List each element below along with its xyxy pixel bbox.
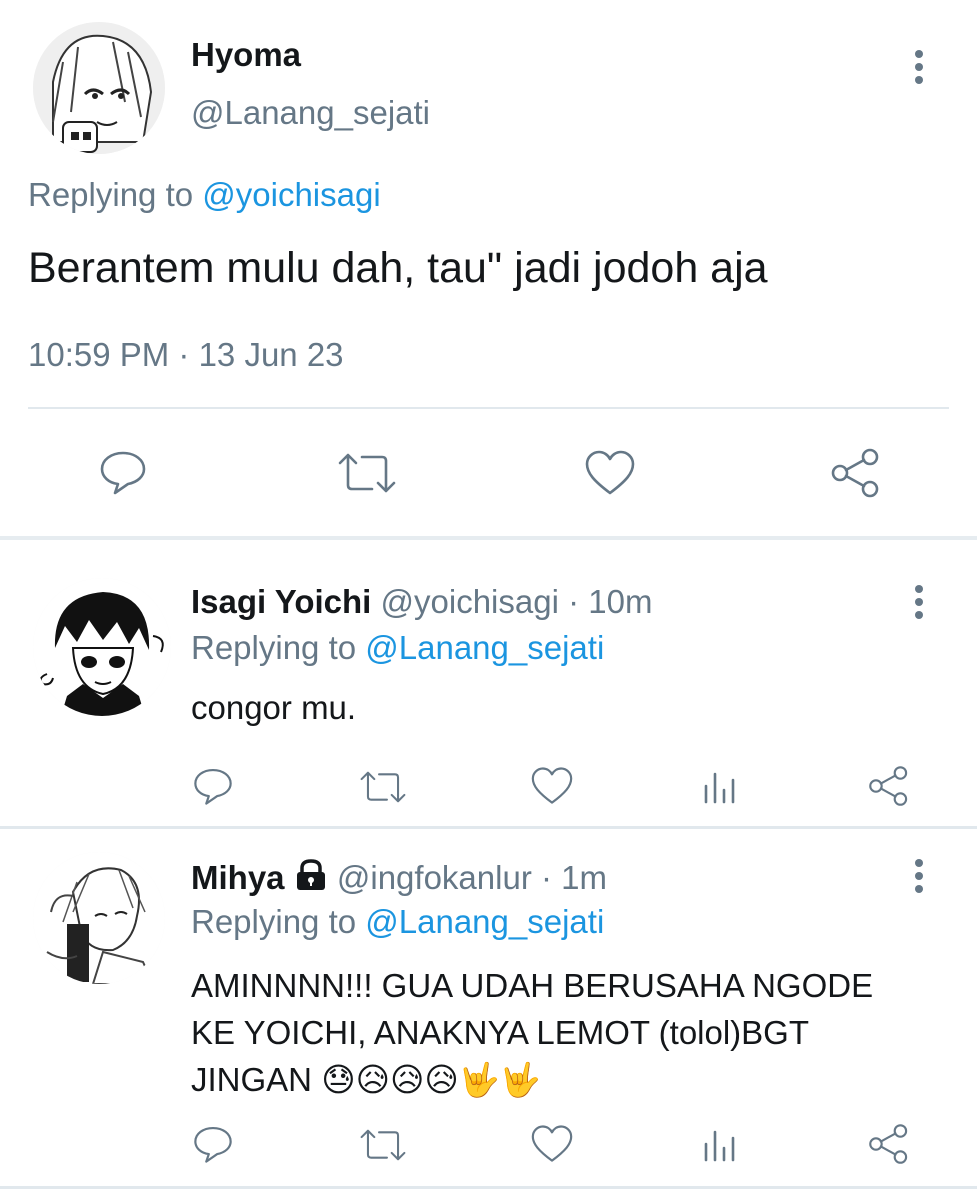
author-name[interactable]: Isagi Yoichi xyxy=(191,583,371,620)
replying-to-prefix: Replying to xyxy=(28,176,203,213)
header-separator: · xyxy=(558,583,589,620)
more-options-icon[interactable] xyxy=(908,857,930,897)
tweet-text: AMINNNN!!! GUA UDAH BERUSAHA NGODE KE YO… xyxy=(191,962,873,1103)
lock-icon xyxy=(294,859,328,891)
like-icon[interactable] xyxy=(530,1124,574,1164)
reply-icon[interactable] xyxy=(192,765,234,807)
tweet-text-line: KE YOICHI, ANAKNYA LEMOT (tolol)BGT xyxy=(191,1014,810,1051)
emoji-sad-relieved: 😥 xyxy=(355,1061,390,1098)
share-icon[interactable] xyxy=(829,446,883,500)
tweet-text: Berantem mulu dah, tau" jadi jodoh aja xyxy=(28,244,768,292)
replying-to: Replying to @yoichisagi xyxy=(28,176,381,214)
tweet-text: congor mu. xyxy=(191,689,357,726)
reply-icon[interactable] xyxy=(192,1123,234,1165)
reply-icon[interactable] xyxy=(98,447,148,497)
tweet-time: 10:59 PM xyxy=(28,336,170,373)
retweet-icon[interactable] xyxy=(358,768,408,806)
section-divider xyxy=(0,536,977,540)
more-options-icon[interactable] xyxy=(908,48,930,88)
tweet-text-line: AMINNNN!!! GUA UDAH BERUSAHA NGODE xyxy=(191,967,874,1004)
timestamp-separator: · xyxy=(169,336,199,373)
replying-to: Replying to @Lanang_sejati xyxy=(191,629,604,667)
retweet-icon[interactable] xyxy=(336,449,398,497)
share-icon[interactable] xyxy=(867,1122,911,1166)
divider xyxy=(28,407,949,409)
author-handle[interactable]: @ingfokanlur xyxy=(337,859,532,896)
more-options-icon[interactable] xyxy=(908,583,930,623)
reply-header: Mihya @ingfokanlur · 1m xyxy=(191,859,607,897)
retweet-icon[interactable] xyxy=(358,1126,408,1164)
section-divider xyxy=(0,826,977,829)
replying-to-link[interactable]: @yoichisagi xyxy=(202,176,380,213)
replying-to-link[interactable]: @Lanang_sejati xyxy=(365,903,604,940)
tweet-text-line: JINGAN xyxy=(191,1061,313,1098)
author-handle[interactable]: @yoichisagi xyxy=(381,583,559,620)
tweet-timestamp[interactable]: 10:59 PM · 13 Jun 23 xyxy=(28,336,344,374)
emoji-love-you-gesture: 🤟 xyxy=(499,1061,541,1098)
replying-to-link[interactable]: @Lanang_sejati xyxy=(365,629,604,666)
like-icon[interactable] xyxy=(530,766,574,806)
share-icon[interactable] xyxy=(867,764,911,808)
section-divider xyxy=(0,1186,977,1189)
replying-to: Replying to @Lanang_sejati xyxy=(191,903,604,941)
reply-time[interactable]: 10m xyxy=(588,583,652,620)
emoji-love-you-gesture: 🤟 xyxy=(458,1061,500,1098)
emoji-sad-relieved: 😥 xyxy=(390,1061,425,1098)
emoji-downcast-sweat: 😓 xyxy=(321,1061,356,1098)
reply-header: Isagi Yoichi @yoichisagi · 10m xyxy=(191,583,652,621)
avatar-hyoma[interactable] xyxy=(33,22,165,154)
author-name[interactable]: Mihya xyxy=(191,859,285,896)
tweet-date: 13 Jun 23 xyxy=(198,336,344,373)
analytics-icon[interactable] xyxy=(702,770,738,804)
author-handle[interactable]: @Lanang_sejati xyxy=(191,94,430,132)
reply-time[interactable]: 1m xyxy=(561,859,607,896)
emoji-sad-relieved: 😥 xyxy=(424,1061,459,1098)
avatar-mihya[interactable] xyxy=(33,852,165,984)
header-separator: · xyxy=(531,859,562,896)
replying-to-prefix: Replying to xyxy=(191,629,366,666)
avatar-isagi[interactable] xyxy=(33,578,171,716)
tweet-text-line-with-emojis: JINGAN 😓😥😥😥🤟🤟 xyxy=(191,1056,873,1103)
like-icon[interactable] xyxy=(584,449,636,497)
replying-to-prefix: Replying to xyxy=(191,903,366,940)
author-name[interactable]: Hyoma xyxy=(191,36,301,74)
analytics-icon[interactable] xyxy=(702,1128,738,1162)
